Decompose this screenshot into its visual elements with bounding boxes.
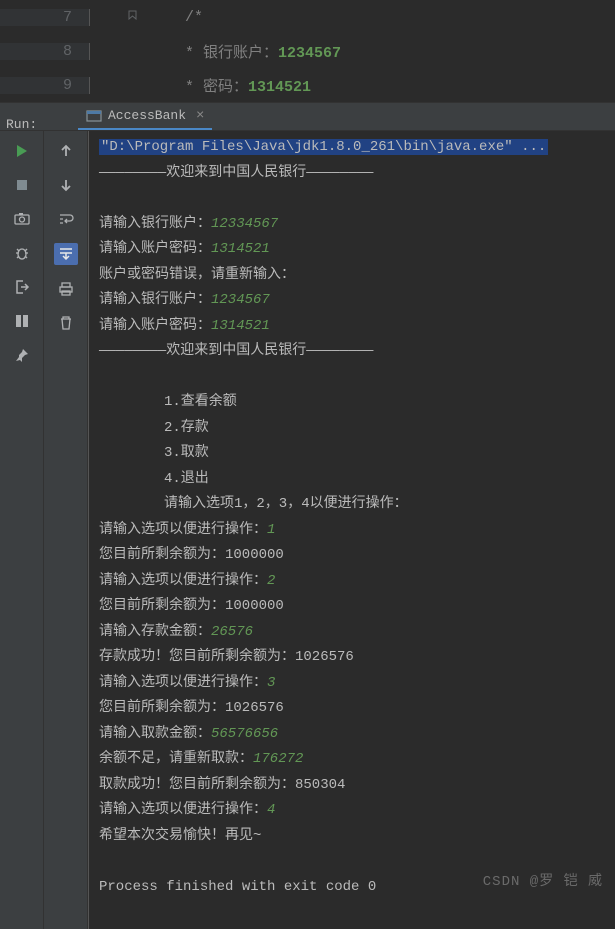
console-line xyxy=(99,365,605,391)
console-line: 请输入账户密码：1314521 xyxy=(99,314,605,340)
user-input: 26576 xyxy=(211,624,253,640)
user-input: 1314521 xyxy=(211,318,270,334)
code-text: * 银行账户：1234567 xyxy=(90,41,341,62)
console-line: 请输入取款金额：56576656 xyxy=(99,722,605,748)
console-line: 请输入选项以便进行操作：3 xyxy=(99,671,605,697)
wrap-icon[interactable] xyxy=(56,209,76,229)
code-text: * 密码：1314521 xyxy=(90,75,311,96)
user-input: 1234567 xyxy=(211,292,270,308)
console-line: 4.退出 xyxy=(99,467,605,493)
console-line: 请输入银行账户：1234567 xyxy=(99,288,605,314)
code-line[interactable]: 9 * 密码：1314521 xyxy=(0,68,615,102)
user-input: 12334567 xyxy=(211,216,278,232)
user-input: 1314521 xyxy=(211,241,270,257)
console-line: ————————欢迎来到中国人民银行———————— xyxy=(99,339,605,365)
console-output[interactable]: "D:\Program Files\Java\jdk1.8.0_261\bin\… xyxy=(88,131,615,929)
down-icon[interactable] xyxy=(56,175,76,195)
console-line: 请输入银行账户：12334567 xyxy=(99,212,605,238)
code-editor[interactable]: 7/*8 * 银行账户：12345679 * 密码：1314521 xyxy=(0,0,615,103)
console-line: 账户或密码错误，请重新输入： xyxy=(99,263,605,289)
console-line: 1.查看余额 xyxy=(99,390,605,416)
console-line: 请输入选项以便进行操作：2 xyxy=(99,569,605,595)
watermark: CSDN @罗 铠 威 xyxy=(483,870,603,890)
code-line[interactable]: 7/* xyxy=(0,0,615,34)
console-line: 您目前所剩余额为：1026576 xyxy=(99,696,605,722)
play-icon[interactable] xyxy=(12,141,32,161)
layout-icon[interactable] xyxy=(12,311,32,331)
console-line: 取款成功！您目前所剩余额为：850304 xyxy=(99,773,605,799)
user-input: 176272 xyxy=(253,751,303,767)
console-line: ————————欢迎来到中国人民银行———————— xyxy=(99,161,605,187)
console-line: 3.取款 xyxy=(99,441,605,467)
fold-icon[interactable] xyxy=(128,10,138,24)
tab-label: AccessBank xyxy=(108,108,186,123)
run-label: Run: xyxy=(6,117,37,132)
camera-icon[interactable] xyxy=(12,209,32,229)
console-line: 希望本次交易愉快！再见~ xyxy=(99,824,605,850)
user-input: 1 xyxy=(267,522,275,538)
console-line: 余额不足，请重新取款：176272 xyxy=(99,747,605,773)
user-input: 2 xyxy=(267,573,275,589)
console-line: 2.存款 xyxy=(99,416,605,442)
user-input: 3 xyxy=(267,675,275,691)
stop-icon[interactable] xyxy=(12,175,32,195)
exit-icon[interactable] xyxy=(12,277,32,297)
user-input: 56576656 xyxy=(211,726,278,742)
gutter-number: 7 xyxy=(0,9,90,26)
code-text: /* xyxy=(90,9,203,26)
code-line[interactable]: 8 * 银行账户：1234567 xyxy=(0,34,615,68)
console-line: 请输入选项以便进行操作：4 xyxy=(99,798,605,824)
tab-accessbank[interactable]: AccessBank × xyxy=(78,103,212,130)
print-icon[interactable] xyxy=(56,279,76,299)
user-input: 4 xyxy=(267,802,275,818)
console-line: 请输入选项以便进行操作：1 xyxy=(99,518,605,544)
console-line: 请输入存款金额：26576 xyxy=(99,620,605,646)
gutter-number: 8 xyxy=(0,43,90,60)
pin-icon[interactable] xyxy=(12,345,32,365)
run-toolbar-primary xyxy=(0,131,44,929)
close-icon[interactable]: × xyxy=(196,108,204,124)
scroll-icon[interactable] xyxy=(54,243,78,265)
console-line: 您目前所剩余额为：1000000 xyxy=(99,543,605,569)
console-line: 请输入账户密码：1314521 xyxy=(99,237,605,263)
console-line: 存款成功！您目前所剩余额为：1026576 xyxy=(99,645,605,671)
console-line: 您目前所剩余额为：1000000 xyxy=(99,594,605,620)
console-line xyxy=(99,186,605,212)
trash-icon[interactable] xyxy=(56,313,76,333)
run-tab-bar: AccessBank × xyxy=(0,103,615,131)
up-icon[interactable] xyxy=(56,141,76,161)
run-toolbar-secondary xyxy=(44,131,88,929)
gutter-number: 9 xyxy=(0,77,90,94)
command-line: "D:\Program Files\Java\jdk1.8.0_261\bin\… xyxy=(99,135,605,161)
console-line: 请输入选项1，2，3，4以便进行操作： xyxy=(99,492,605,518)
java-app-icon xyxy=(86,108,102,124)
bug-icon[interactable] xyxy=(12,243,32,263)
